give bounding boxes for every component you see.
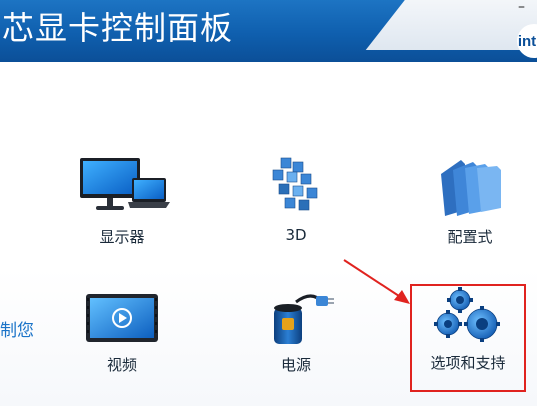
video-player-icon: [86, 294, 158, 342]
tile-power-label: 电源: [280, 356, 311, 374]
tile-video[interactable]: 视频: [52, 290, 192, 375]
tile-video-label: 视频: [106, 356, 137, 374]
red-arrow-annotation: [343, 259, 410, 304]
monitor-laptop-icon: [80, 158, 170, 210]
tile-3d[interactable]: 3D: [226, 154, 366, 244]
tile-3d-label: 3D: [285, 226, 307, 244]
power-battery-icon: [274, 294, 334, 344]
highlight-box: [410, 284, 526, 392]
window-title: 芯显卡控制面板: [2, 9, 234, 47]
logo-text: int: [517, 32, 537, 50]
intel-logo: int: [517, 24, 537, 58]
tile-profiles[interactable]: 配置式: [400, 154, 537, 247]
left-partial-link[interactable]: 制您: [0, 316, 34, 341]
tile-profiles-label: 配置式: [447, 228, 493, 246]
folders-icon: [441, 160, 501, 216]
header-corner: [365, 0, 537, 50]
tile-display[interactable]: 显示器: [52, 154, 192, 247]
title-bar: 芯显卡控制面板 – int: [0, 0, 537, 62]
tile-display-label: 显示器: [99, 228, 145, 246]
3d-cubes-icon: [272, 157, 318, 211]
minimize-button[interactable]: –: [518, 0, 525, 14]
